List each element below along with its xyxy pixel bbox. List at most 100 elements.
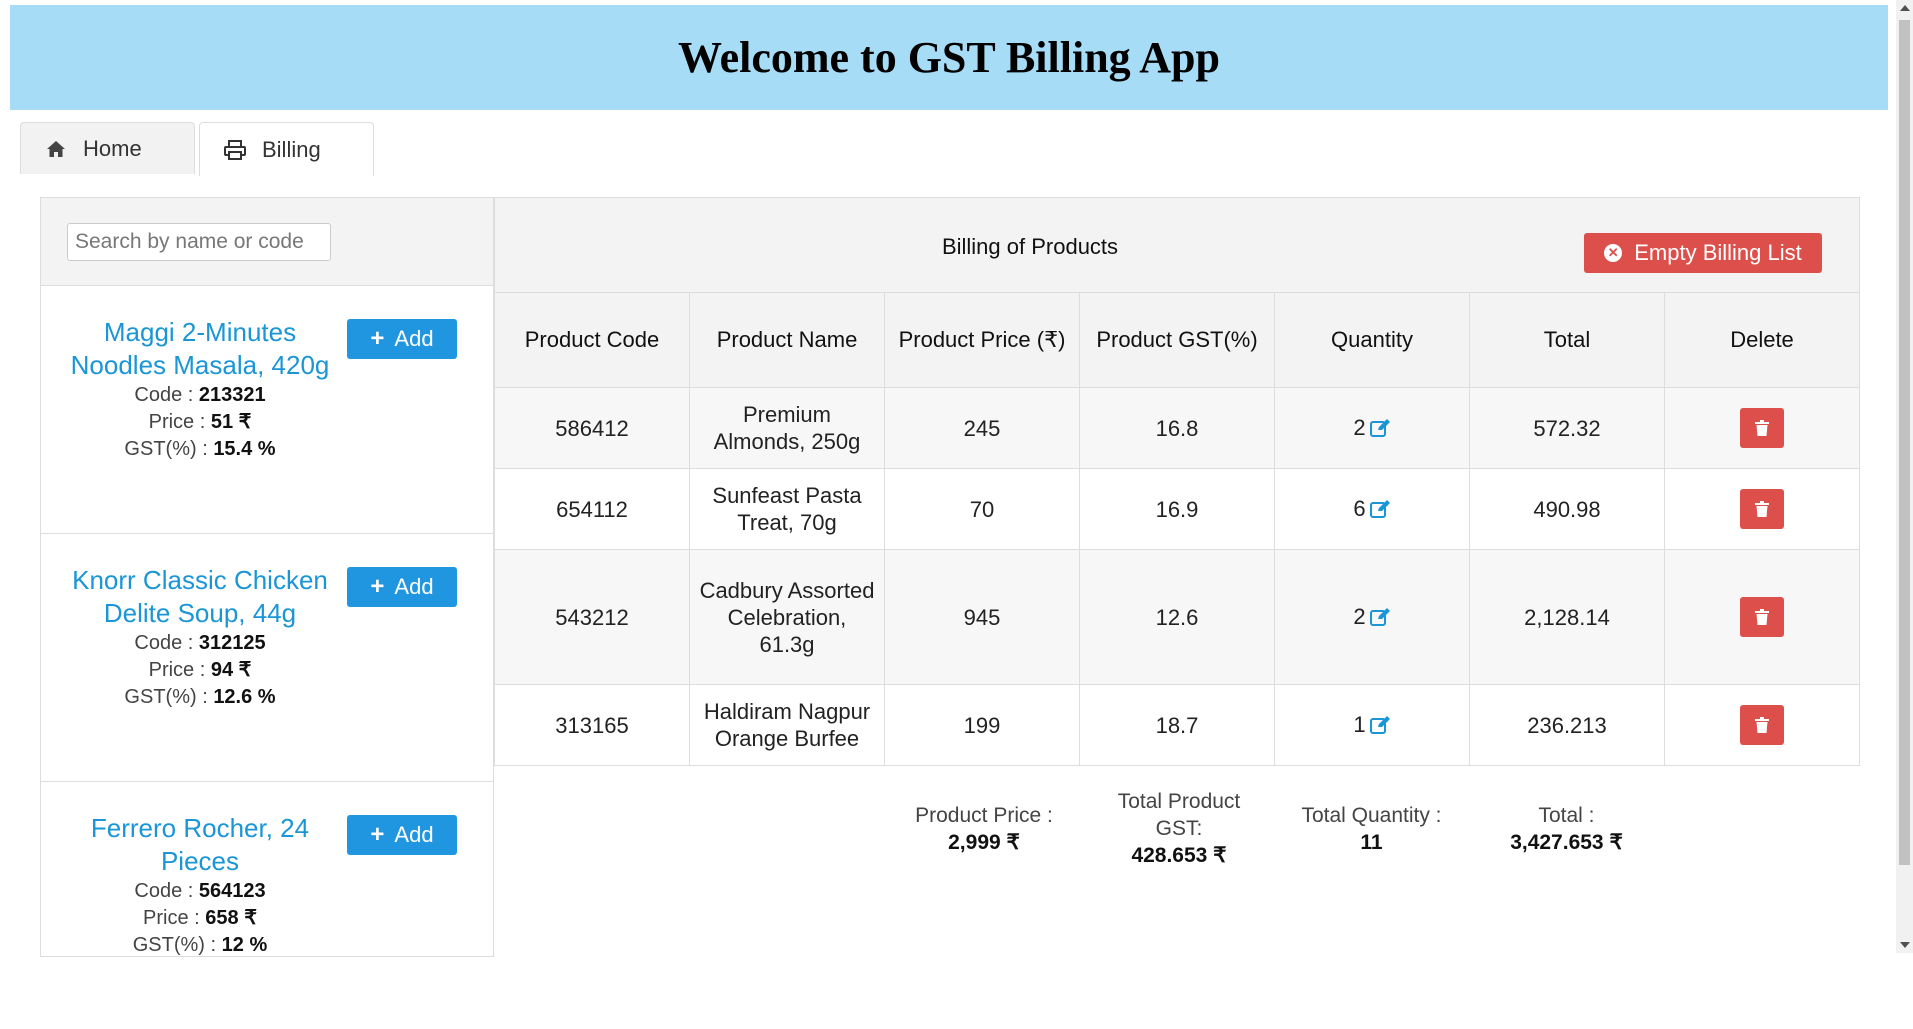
empty-billing-list-button[interactable]: ✕ Empty Billing List: [1584, 233, 1822, 273]
trash-icon: [1755, 501, 1769, 517]
delete-row-button[interactable]: [1740, 705, 1784, 745]
edit-icon[interactable]: [1369, 713, 1391, 740]
product-gst: GST(%) : 12.6 %: [124, 686, 276, 708]
cell-name: Premium Almonds, 250g: [689, 387, 885, 469]
total-gst: Total Product GST: 428.653 ₹: [1117, 790, 1241, 867]
trash-icon: [1755, 717, 1769, 733]
cell-gst: 18.7: [1079, 684, 1275, 766]
cell-code: 313165: [494, 684, 690, 766]
tab-billing[interactable]: Billing: [199, 122, 374, 176]
product-info: Maggi 2-Minutes Noodles Masala, 420g Cod…: [55, 316, 345, 463]
close-circle-icon: ✕: [1604, 244, 1623, 262]
product-name: Maggi 2-Minutes Noodles Masala, 420g: [70, 317, 330, 380]
cell-gst: 12.6: [1079, 549, 1275, 685]
cell-delete: [1664, 468, 1860, 550]
column-header: Delete: [1664, 292, 1860, 388]
total-price: Product Price : 2,999 ₹: [915, 804, 1053, 854]
cell-name: Cadbury Assorted Celebration, 61.3g: [689, 549, 885, 685]
cell-total: 572.32: [1469, 387, 1665, 469]
edit-icon[interactable]: [1369, 605, 1391, 632]
grand-total: Total : 3,427.653 ₹: [1510, 804, 1623, 854]
table-row: 543212 Cadbury Assorted Celebration, 61.…: [494, 549, 1860, 685]
product-card: Knorr Classic Chicken Delite Soup, 44g C…: [41, 534, 493, 782]
cell-code: 586412: [494, 387, 690, 469]
tab-home-label: Home: [83, 135, 142, 161]
search-input[interactable]: [67, 222, 331, 261]
search-bar: [41, 198, 493, 286]
cell-total: 490.98: [1469, 468, 1665, 550]
product-price: Price : 94 ₹: [148, 659, 252, 681]
table-row: 654112 Sunfeast Pasta Treat, 70g 70 16.9…: [494, 468, 1860, 550]
cell-price: 245: [884, 387, 1080, 469]
cell-quantity: 2: [1274, 549, 1470, 685]
column-header: Quantity: [1274, 292, 1470, 388]
plus-icon: +: [370, 325, 385, 352]
app-header: Welcome to GST Billing App: [10, 5, 1888, 110]
tab-home[interactable]: Home: [20, 122, 195, 174]
cell-gst: 16.8: [1079, 387, 1275, 469]
table-row: 313165 Haldiram Nagpur Orange Burfee 199…: [494, 684, 1860, 766]
product-list-panel: Maggi 2-Minutes Noodles Masala, 420g Cod…: [40, 197, 494, 957]
product-code: Code : 312125: [134, 632, 266, 654]
cell-total: 236.213: [1469, 684, 1665, 766]
scroll-up-arrow-icon[interactable]: [1900, 5, 1910, 11]
billing-title: Billing of Products: [941, 234, 1119, 259]
trash-icon: [1755, 609, 1769, 625]
delete-row-button[interactable]: [1740, 597, 1784, 637]
cell-quantity: 6: [1274, 468, 1470, 550]
column-header: Product Price (₹): [884, 292, 1080, 388]
billing-table: Product Code Product Name Product Price …: [494, 292, 1860, 766]
total-quantity: Total Quantity : 11: [1301, 804, 1442, 854]
add-product-button[interactable]: + Add: [347, 815, 457, 855]
product-info: Knorr Classic Chicken Delite Soup, 44g C…: [55, 564, 345, 711]
product-name: Knorr Classic Chicken Delite Soup, 44g: [72, 565, 328, 628]
cell-price: 70: [884, 468, 1080, 550]
plus-icon: +: [370, 573, 385, 600]
cell-total: 2,128.14: [1469, 549, 1665, 685]
cell-name: Haldiram Nagpur Orange Burfee: [689, 684, 885, 766]
page-scrollbar[interactable]: [1896, 0, 1913, 953]
product-card: Ferrero Rocher, 24 Pieces Code : 564123 …: [41, 782, 493, 1029]
column-header: Product Name: [689, 292, 885, 388]
cell-price: 199: [884, 684, 1080, 766]
product-price: Price : 658 ₹: [143, 907, 257, 929]
column-header: Product GST(%): [1079, 292, 1275, 388]
delete-row-button[interactable]: [1740, 408, 1784, 448]
trash-icon: [1755, 420, 1769, 436]
cell-code: 654112: [494, 468, 690, 550]
plus-icon: +: [370, 821, 385, 848]
edit-icon[interactable]: [1369, 416, 1391, 443]
cell-quantity: 2: [1274, 387, 1470, 469]
add-product-button[interactable]: + Add: [347, 567, 457, 607]
app-title: Welcome to GST Billing App: [678, 33, 1220, 82]
column-header: Product Code: [494, 292, 690, 388]
cell-price: 945: [884, 549, 1080, 685]
product-info: Ferrero Rocher, 24 Pieces Code : 564123 …: [55, 812, 345, 959]
edit-icon[interactable]: [1369, 497, 1391, 524]
product-name: Ferrero Rocher, 24 Pieces: [90, 813, 310, 876]
cell-delete: [1664, 684, 1860, 766]
cell-delete: [1664, 549, 1860, 685]
column-header: Total: [1469, 292, 1665, 388]
product-gst: GST(%) : 12 %: [132, 934, 268, 956]
cell-delete: [1664, 387, 1860, 469]
product-price: Price : 51 ₹: [148, 411, 252, 433]
product-code: Code : 213321: [134, 384, 266, 406]
cell-gst: 16.9: [1079, 468, 1275, 550]
table-header-row: Product Code Product Name Product Price …: [494, 292, 1860, 388]
scroll-down-arrow-icon[interactable]: [1900, 942, 1910, 948]
tab-billing-label: Billing: [262, 136, 321, 162]
cell-quantity: 1: [1274, 684, 1470, 766]
add-product-button[interactable]: + Add: [347, 319, 457, 359]
billing-totals: Product Price : 2,999 ₹ Total Product GS…: [494, 766, 1860, 886]
product-code: Code : 564123: [134, 880, 266, 902]
delete-row-button[interactable]: [1740, 489, 1784, 529]
table-row: 586412 Premium Almonds, 250g 245 16.8 2 …: [494, 387, 1860, 469]
printer-icon: [224, 139, 246, 161]
home-icon: [45, 138, 67, 160]
cell-name: Sunfeast Pasta Treat, 70g: [689, 468, 885, 550]
scrollbar-thumb[interactable]: [1899, 20, 1910, 865]
billing-header: Billing of Products ✕ Empty Billing List: [494, 197, 1860, 292]
cell-code: 543212: [494, 549, 690, 685]
billing-panel: Billing of Products ✕ Empty Billing List…: [494, 197, 1860, 867]
